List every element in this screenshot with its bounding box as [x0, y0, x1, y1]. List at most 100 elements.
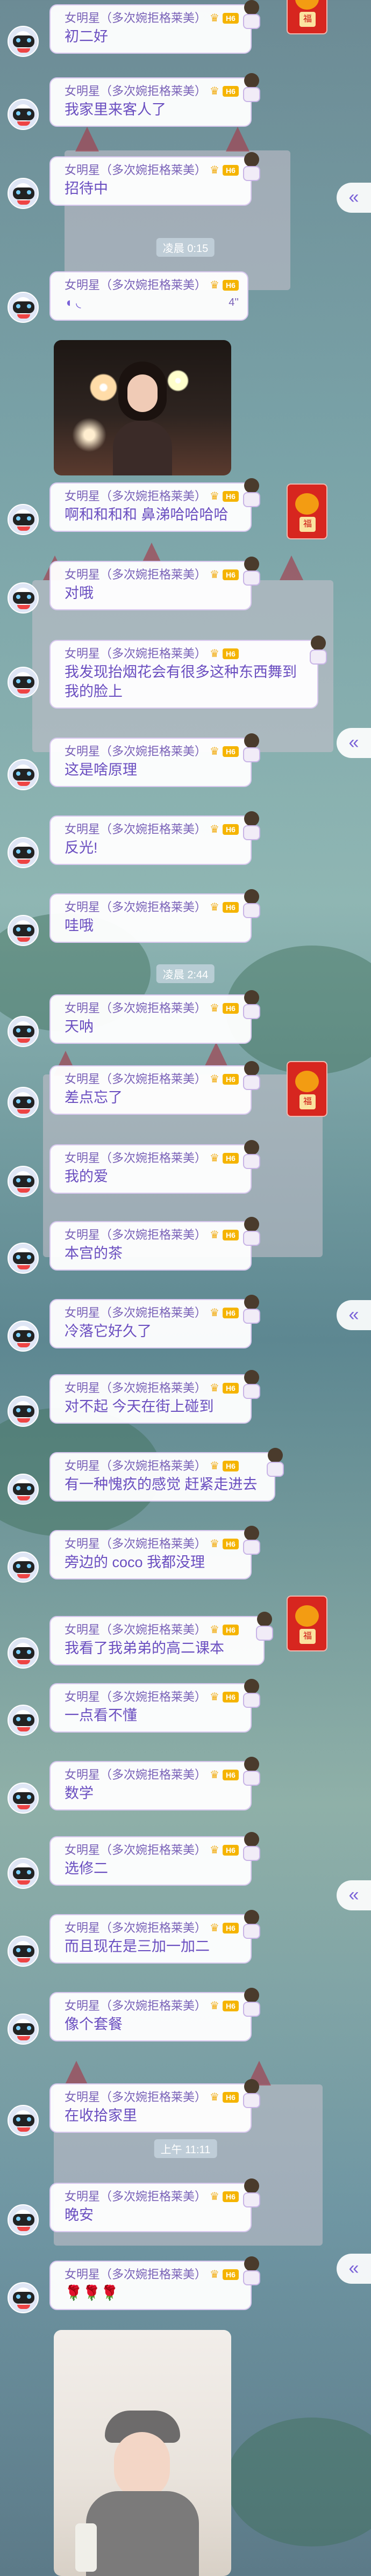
sender-name: 女明星（多次婉拒格莱美） [65, 489, 207, 503]
level-badge: H6 [222, 824, 239, 835]
crown-icon: ♛ [210, 1769, 219, 1781]
sender-name: 女明星（多次婉拒格莱美） [65, 1228, 207, 1242]
message-bubble[interactable]: 女明星（多次婉拒格莱美） ♛ H6 而且现在是三加一加二 [49, 1914, 252, 1964]
sender-name: 女明星（多次婉拒格莱美） [65, 1306, 207, 1319]
bubble-character-icon [254, 1612, 275, 1642]
avatar[interactable] [8, 1243, 39, 1274]
message-bubble[interactable]: 女明星（多次婉拒格莱美） ♛ H6 有一种愧疚的感觉 赶紧走进去 [49, 1452, 275, 1502]
message-bubble[interactable]: 女明星（多次婉拒格莱美） ♛ H6 反光! [49, 816, 252, 865]
collapse-side-button[interactable]: « [337, 1880, 371, 1910]
avatar[interactable] [8, 2014, 39, 2045]
message-bubble[interactable]: 女明星（多次婉拒格莱美） ♛ H6 招待中 [49, 156, 252, 206]
crown-icon: ♛ [210, 279, 219, 291]
message-bubble[interactable]: 女明星（多次婉拒格莱美） ♛ H6 在收拾家里 [49, 2083, 252, 2133]
level-badge: H6 [222, 86, 239, 97]
voice-bubble[interactable]: 女明星（多次婉拒格莱美） ♛ H6 ◖ ◟ 4'' [49, 271, 248, 321]
message-bubble[interactable]: 女明星（多次婉拒格莱美） ♛ H6 晚安 [49, 2183, 252, 2232]
avatar[interactable] [8, 1016, 39, 1047]
message-text: 哇哦 [65, 918, 94, 934]
message-bubble[interactable]: 女明星（多次婉拒格莱美） ♛ H6 一点看不懂 [49, 1683, 252, 1733]
level-badge: H6 [222, 1625, 239, 1635]
message-bubble[interactable]: 女明星（多次婉拒格莱美） ♛ H6 本宫的茶 [49, 1221, 252, 1271]
message-bubble[interactable]: 女明星（多次婉拒格莱美） ♛ H6 初二好 [49, 4, 252, 54]
message-bubble[interactable]: 女明星（多次婉拒格莱美） ♛ H6 这是啥原理 [49, 738, 252, 787]
crown-icon: ♛ [210, 1152, 219, 1164]
message-bubble[interactable]: 女明星（多次婉拒格莱美） ♛ H6 像个套餐 [49, 1992, 252, 2041]
bubble-character-icon [241, 1061, 262, 1091]
message-text: 本宫的茶 [65, 1245, 123, 1261]
collapse-side-button[interactable]: « [337, 728, 371, 758]
avatar[interactable] [8, 1783, 39, 1814]
message-bubble[interactable]: 女明星（多次婉拒格莱美） ♛ H6 旁边的 coco 我都没理 [49, 1530, 252, 1579]
bubble-character-icon [241, 1757, 262, 1787]
sender-name: 女明星（多次婉拒格莱美） [65, 2090, 207, 2104]
collapse-side-button[interactable]: « [337, 2254, 371, 2284]
tiger-icon [295, 1605, 319, 1627]
avatar[interactable] [8, 26, 39, 57]
level-badge: H6 [222, 1692, 239, 1702]
avatar[interactable] [8, 2105, 39, 2136]
message-bubble[interactable]: 女明星（多次婉拒格莱美） ♛ H6 我的爱 [49, 1144, 252, 1194]
message-text: 在收拾家里 [65, 2108, 137, 2124]
sender-name: 女明星（多次婉拒格莱美） [65, 745, 207, 758]
red-packet-sticker[interactable]: 福 [287, 1061, 327, 1117]
avatar[interactable] [8, 1087, 39, 1118]
message-bubble[interactable]: 女明星（多次婉拒格莱美） ♛ H6 差点忘了 [49, 1065, 252, 1115]
red-packet-sticker[interactable]: 福 [287, 1596, 327, 1651]
avatar[interactable] [8, 837, 39, 868]
message-bubble[interactable]: 女明星（多次婉拒格莱美） ♛ H6 🌹🌹🌹 [49, 2261, 252, 2310]
message-bubble[interactable]: 女明星（多次婉拒格莱美） ♛ H6 我家里来客人了 [49, 77, 252, 127]
level-badge: H6 [222, 2001, 239, 2011]
avatar[interactable] [8, 99, 39, 130]
avatar[interactable] [8, 292, 39, 323]
level-badge: H6 [222, 648, 239, 659]
message-bubble[interactable]: 女明星（多次婉拒格莱美） ♛ H6 我看了我弟弟的高二课本 [49, 1616, 265, 1665]
sender-name: 女明星（多次婉拒格莱美） [65, 84, 207, 98]
avatar[interactable] [8, 1321, 39, 1352]
avatar[interactable] [8, 915, 39, 946]
voice-duration: 4'' [229, 297, 239, 308]
message-text: 选修二 [65, 1860, 108, 1877]
sender-name: 女明星（多次婉拒格莱美） [65, 900, 207, 914]
avatar[interactable] [8, 1858, 39, 1889]
avatar[interactable] [8, 178, 39, 209]
sender-name: 女明星（多次婉拒格莱美） [65, 568, 207, 581]
level-badge: H6 [222, 2092, 239, 2103]
avatar[interactable] [8, 1474, 39, 1505]
bubble-character-icon [241, 1679, 262, 1709]
message-bubble[interactable]: 女明星（多次婉拒格莱美） ♛ H6 选修二 [49, 1836, 252, 1886]
message-bubble[interactable]: 女明星（多次婉拒格莱美） ♛ H6 对哦 [49, 561, 252, 610]
message-bubble[interactable]: 女明星（多次婉拒格莱美） ♛ H6 冷落它好久了 [49, 1299, 252, 1348]
avatar[interactable] [8, 1552, 39, 1583]
avatar[interactable] [8, 667, 39, 698]
message-bubble[interactable]: 女明星（多次婉拒格莱美） ♛ H6 我发现抬烟花会有很多这种东西舞到我的脸上 [49, 640, 318, 709]
red-packet-sticker[interactable]: 福 [287, 0, 327, 34]
message-bubble[interactable]: 女明星（多次婉拒格莱美） ♛ H6 数学 [49, 1761, 252, 1810]
message-bubble[interactable]: 女明星（多次婉拒格莱美） ♛ H6 啊和和和和 鼻涕哈哈哈哈 [49, 482, 252, 532]
avatar[interactable] [8, 504, 39, 535]
level-badge: H6 [222, 1539, 239, 1549]
avatar[interactable] [8, 1166, 39, 1197]
level-badge: H6 [222, 491, 239, 502]
avatar[interactable] [8, 1637, 39, 1669]
avatar[interactable] [8, 1705, 39, 1736]
message-bubble[interactable]: 女明星（多次婉拒格莱美） ♛ H6 对不起 今天在街上碰到 [49, 1374, 252, 1424]
bubble-character-icon [241, 1832, 262, 1862]
red-packet-sticker[interactable]: 福 [287, 484, 327, 539]
avatar[interactable] [8, 759, 39, 790]
crown-icon: ♛ [210, 1844, 219, 1856]
message-bubble[interactable]: 女明星（多次婉拒格莱美） ♛ H6 天呐 [49, 994, 252, 1044]
collapse-side-button[interactable]: « [337, 183, 371, 213]
photo-fireworks[interactable] [54, 340, 231, 475]
collapse-side-button[interactable]: « [337, 1300, 371, 1330]
avatar[interactable] [8, 1396, 39, 1427]
level-badge: H6 [222, 1845, 239, 1856]
photo-portrait[interactable] [54, 2330, 231, 2576]
message-bubble[interactable]: 女明星（多次婉拒格莱美） ♛ H6 哇哦 [49, 893, 252, 943]
level-badge: H6 [222, 1074, 239, 1085]
avatar[interactable] [8, 2282, 39, 2313]
crown-icon: ♛ [210, 1307, 219, 1319]
avatar[interactable] [8, 1936, 39, 1967]
avatar[interactable] [8, 2204, 39, 2235]
avatar[interactable] [8, 582, 39, 614]
